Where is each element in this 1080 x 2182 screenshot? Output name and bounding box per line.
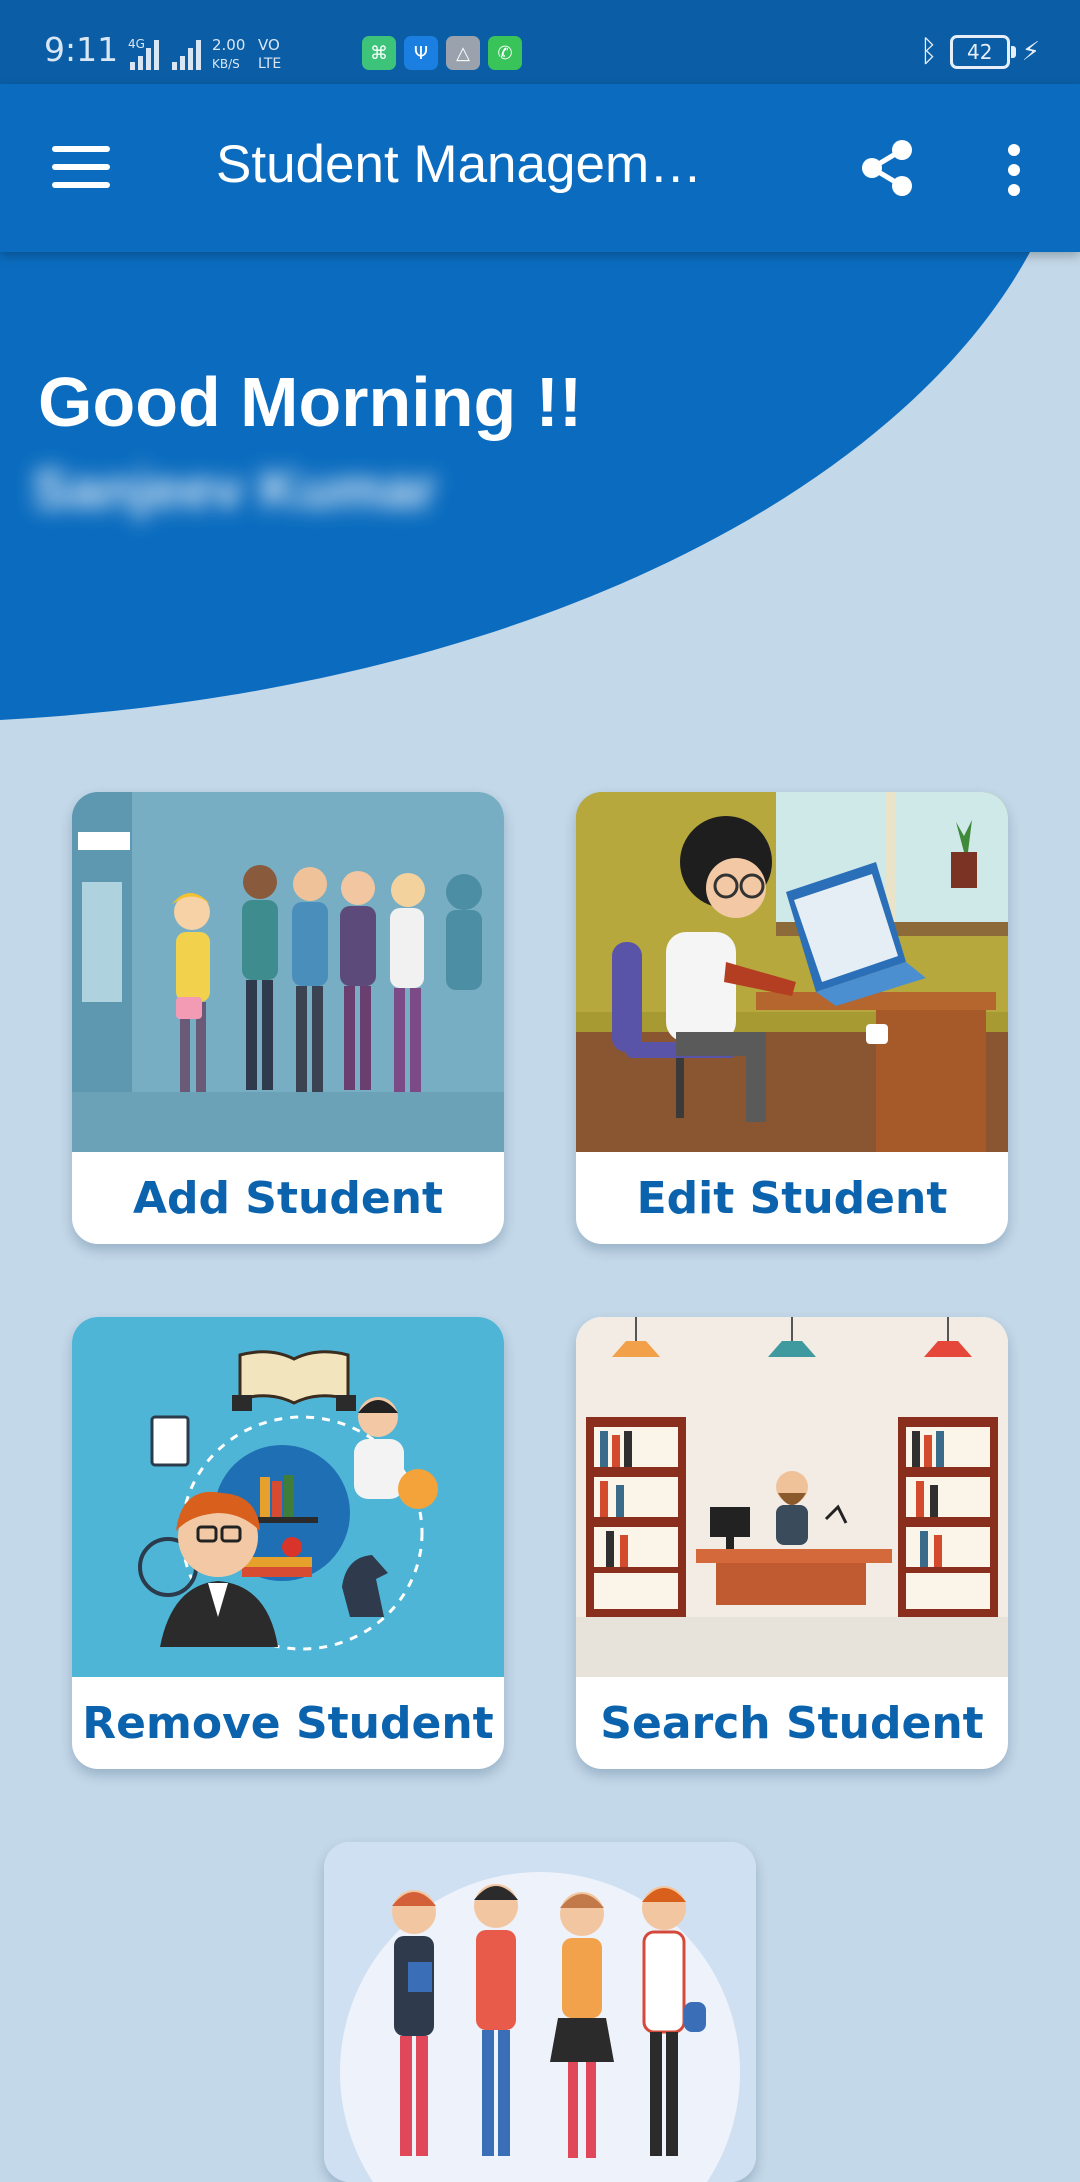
- volte-label-top: VO: [258, 36, 280, 54]
- network-speed-value: 2.00: [212, 36, 245, 54]
- edit-student-card[interactable]: Edit Student: [576, 792, 1008, 1244]
- education-illustration: [72, 1317, 504, 1677]
- notification-icons: ⌘ Ψ △ ✆: [362, 36, 522, 72]
- remove-student-card[interactable]: Remove Student: [72, 1317, 504, 1769]
- battery-level: 42: [967, 39, 993, 64]
- library-illustration: [576, 1317, 1008, 1677]
- app-bar: Student Managem…: [0, 84, 1080, 252]
- share-icon[interactable]: [856, 136, 920, 200]
- app-notification-icon: ⌘: [362, 36, 396, 70]
- more-vert-icon[interactable]: [996, 140, 1032, 200]
- search-student-card[interactable]: Search Student: [576, 1317, 1008, 1769]
- charging-icon: ⚡: [1021, 36, 1040, 67]
- bluetooth-icon: ᛒ: [919, 34, 938, 69]
- status-right: ᛒ 42 ⚡: [920, 34, 1040, 69]
- drive-icon: △: [446, 36, 480, 70]
- greeting-text: Good Morning !!: [38, 363, 583, 441]
- user-name: Sanjeev Kumar: [32, 457, 437, 520]
- hamburger-menu-icon[interactable]: [52, 146, 110, 190]
- battery-icon: 42: [949, 34, 1016, 69]
- student-laptop-illustration: [576, 792, 1008, 1152]
- volte-label-bottom: LTE: [258, 56, 281, 72]
- remove-student-label: Remove Student: [82, 1697, 494, 1749]
- network-speed-unit: KB/S: [212, 57, 240, 71]
- chat-notification-icon: ✆: [488, 36, 522, 70]
- network-status-icons: 4G 2.00 KB/S VO LTE: [128, 36, 281, 72]
- app-title: Student Managem…: [216, 135, 703, 194]
- add-student-card[interactable]: Add Student: [72, 792, 504, 1244]
- usb-icon: Ψ: [404, 36, 438, 70]
- edit-student-label: Edit Student: [636, 1172, 948, 1224]
- status-bar: 9:11 4G 2.00 KB/S VO LTE ⌘ Ψ △ ✆ ᛒ 42 ⚡: [0, 0, 1080, 84]
- status-time: 9:11: [44, 30, 119, 69]
- students-group-card[interactable]: [324, 1842, 756, 2182]
- students-group-illustration: [324, 1842, 756, 2182]
- network-type: 4G: [128, 37, 145, 51]
- enrollment-queue-illustration: [72, 792, 504, 1152]
- search-student-label: Search Student: [600, 1697, 984, 1749]
- add-student-label: Add Student: [132, 1172, 444, 1224]
